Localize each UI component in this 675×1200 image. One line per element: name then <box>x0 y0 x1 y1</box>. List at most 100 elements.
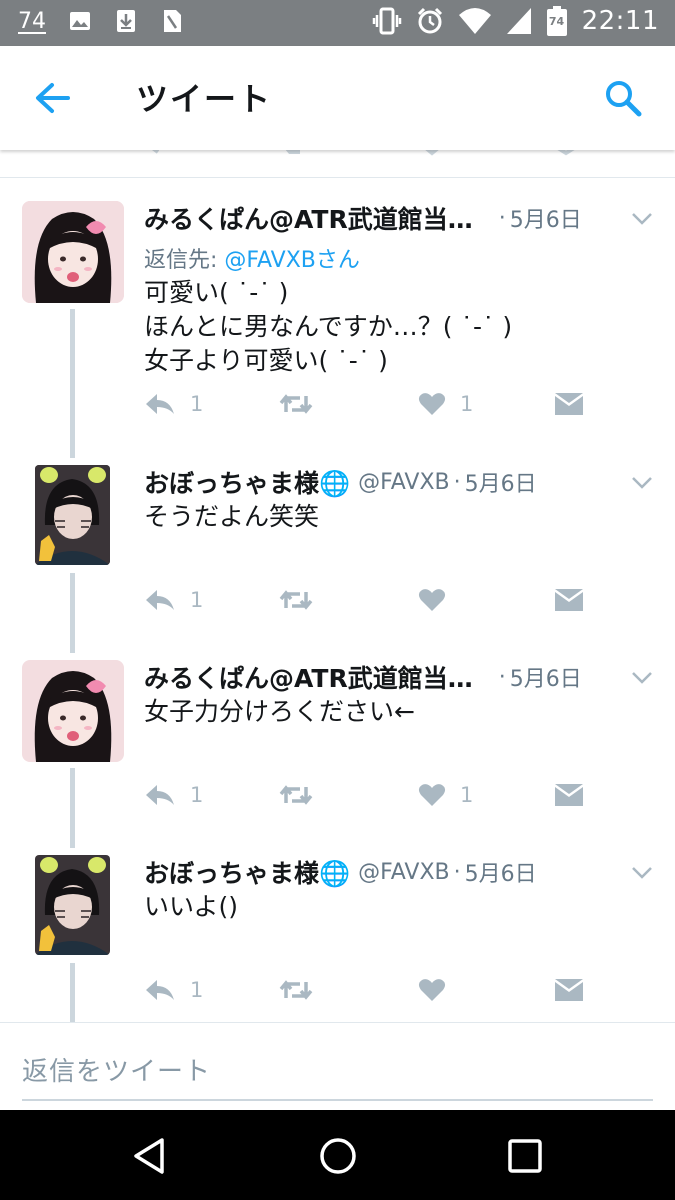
tweet-header: おぼっちゃま様🌐 @FAVXB · 5月6日 <box>144 854 537 890</box>
notification-count: 74 <box>18 8 46 34</box>
reply-icon <box>146 980 174 1000</box>
reply-to: 返信先: @FAVXBさん <box>144 242 360 274</box>
envelope-icon <box>555 589 583 611</box>
input-underline <box>22 1099 653 1101</box>
avatar[interactable] <box>35 465 110 565</box>
retweet-button[interactable] <box>278 783 328 807</box>
heart-icon <box>418 784 446 806</box>
thread-line <box>70 309 75 440</box>
display-name[interactable]: みるくぱん@ATR武道館当… <box>144 200 473 236</box>
user-handle[interactable]: @FAVXB <box>358 470 450 495</box>
like-button[interactable]: 1 <box>418 392 473 416</box>
avatar[interactable] <box>22 201 124 303</box>
reply-icon <box>146 785 174 805</box>
tweet-text: そうだよん笑笑 <box>144 502 320 531</box>
tweet[interactable]: おぼっちゃま様🌐 @FAVXB · 5月6日 いいよ() 1 <box>0 830 675 1022</box>
like-count: 1 <box>460 392 474 416</box>
retweet-button[interactable] <box>278 392 328 416</box>
retweet-button[interactable] <box>278 978 328 1002</box>
heart-icon <box>418 393 446 415</box>
tweet-text: 女子力分けろください← <box>144 697 415 726</box>
direct-message-button[interactable] <box>554 978 584 1002</box>
avatar[interactable] <box>35 855 110 955</box>
thread-line <box>70 635 75 653</box>
tweet-date[interactable]: 5月6日 <box>465 856 537 888</box>
back-triangle-icon[interactable] <box>128 1134 172 1178</box>
clock: 22:11 <box>581 6 659 36</box>
direct-message-button[interactable] <box>554 783 584 807</box>
navigation-bar <box>0 1110 675 1200</box>
separator-dot: · <box>453 859 461 885</box>
reply-button[interactable]: 1 <box>144 392 203 416</box>
reply-input[interactable]: 返信をツイート <box>22 1051 211 1088</box>
reply-button[interactable]: 1 <box>144 978 203 1002</box>
envelope-icon <box>555 784 583 806</box>
reply-count: 1 <box>190 783 204 807</box>
thread-line <box>70 768 75 830</box>
tweet-date[interactable]: 5月6日 <box>510 661 582 693</box>
user-handle[interactable]: @FAVXB <box>358 860 450 885</box>
image-icon <box>70 12 90 30</box>
reply-count: 1 <box>190 978 204 1002</box>
like-button[interactable] <box>418 588 460 612</box>
tweet-date[interactable]: 5月6日 <box>510 202 582 234</box>
retweet-button[interactable] <box>278 588 328 612</box>
status-bar: 74 74 22:11 <box>0 0 675 46</box>
separator-dot: · <box>498 664 506 690</box>
home-circle-icon[interactable] <box>316 1134 360 1178</box>
wifi-icon <box>458 8 491 34</box>
envelope-icon <box>555 979 583 1001</box>
reply-button[interactable]: 1 <box>144 588 203 612</box>
alarm-icon <box>417 7 442 34</box>
reply-count: 1 <box>190 392 204 416</box>
vibrate-icon <box>372 7 401 35</box>
thread-line <box>70 830 75 848</box>
previous-tweet-actions <box>0 150 675 178</box>
chevron-down-icon[interactable] <box>631 212 653 226</box>
app-bar: ツイート <box>0 46 675 150</box>
separator-dot: · <box>498 205 506 231</box>
search-icon[interactable] <box>601 76 645 120</box>
tweet-date[interactable]: 5月6日 <box>465 466 537 498</box>
display-name[interactable]: みるくぱん@ATR武道館当… <box>144 659 473 695</box>
download-icon <box>117 10 135 32</box>
battery-level: 74 <box>548 15 565 28</box>
tweet[interactable]: みるくぱん@ATR武道館当… · 5月6日 返信先: @FAVXBさん 可愛い(… <box>0 178 675 440</box>
display-name[interactable]: おぼっちゃま様🌐 <box>144 854 350 890</box>
chevron-down-icon[interactable] <box>631 866 653 880</box>
separator-dot: · <box>453 469 461 495</box>
tweet-actions: 1 1 <box>144 392 594 422</box>
reply-icon <box>146 394 174 414</box>
page-title: ツイート <box>136 80 273 118</box>
reply-count: 1 <box>190 588 204 612</box>
thread-line <box>70 963 75 1022</box>
tweet-text: 可愛い( ˙-˙ ) ほんとに男なんですか…？( ˙-˙ ) 女子より可愛い( … <box>144 278 513 375</box>
tweet-text: いいよ() <box>144 892 239 921</box>
envelope-icon <box>555 393 583 415</box>
thread-line <box>70 440 75 458</box>
tweet-header: おぼっちゃま様🌐 @FAVXB · 5月6日 <box>144 464 537 500</box>
direct-message-button[interactable] <box>554 588 584 612</box>
tweet-actions: 1 1 <box>144 783 594 813</box>
reply-button[interactable]: 1 <box>144 783 203 807</box>
chevron-down-icon[interactable] <box>631 476 653 490</box>
like-button[interactable]: 1 <box>418 783 473 807</box>
reply-composer[interactable]: 返信をツイート <box>0 1022 675 1110</box>
display-name[interactable]: おぼっちゃま様🌐 <box>144 464 350 500</box>
arrow-left-icon[interactable] <box>30 76 76 120</box>
tweet[interactable]: みるくぱん@ATR武道館当… · 5月6日 女子力分けろください← 1 1 <box>0 635 675 830</box>
retweet-icon <box>279 394 313 414</box>
recents-square-icon[interactable] <box>503 1134 547 1178</box>
reply-to-prefix: 返信先: <box>144 248 225 273</box>
retweet-icon <box>279 590 313 610</box>
battery-icon: 74 <box>546 6 568 36</box>
direct-message-button[interactable] <box>554 392 584 416</box>
tweet-header: みるくぱん@ATR武道館当… · 5月6日 <box>144 200 582 236</box>
tweet-header: みるくぱん@ATR武道館当… · 5月6日 <box>144 659 582 695</box>
tweet[interactable]: おぼっちゃま様🌐 @FAVXB · 5月6日 そうだよん笑笑 1 <box>0 440 675 635</box>
avatar[interactable] <box>22 660 124 762</box>
reply-to-link[interactable]: @FAVXBさん <box>224 248 360 273</box>
sim-card-icon <box>164 10 181 32</box>
chevron-down-icon[interactable] <box>631 671 653 685</box>
like-button[interactable] <box>418 978 460 1002</box>
